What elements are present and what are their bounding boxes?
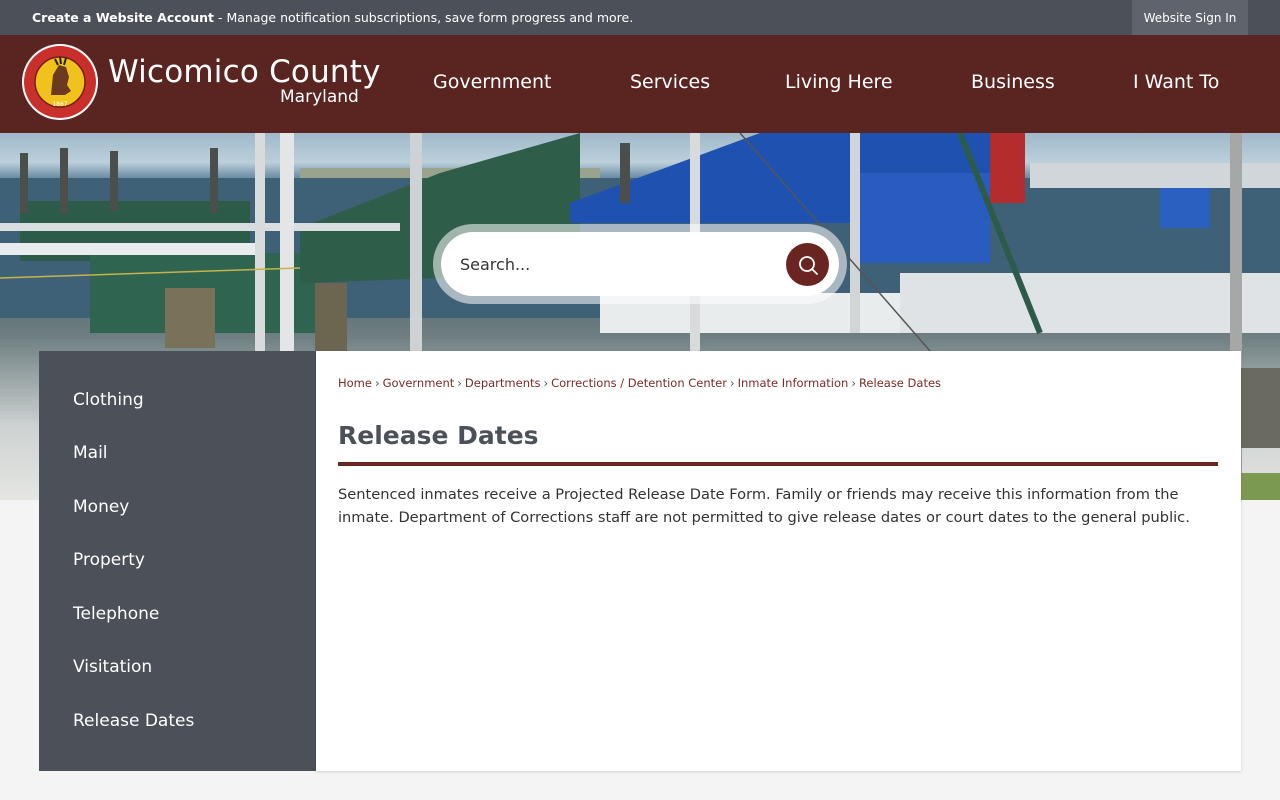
- create-account-link[interactable]: Create a Website Account: [32, 10, 214, 25]
- sidebar-item-money[interactable]: Money: [73, 497, 129, 517]
- utility-bar: Create a Website Account - Manage notifi…: [0, 0, 1280, 35]
- search-button[interactable]: [786, 243, 829, 286]
- breadcrumb-separator: ›: [851, 376, 856, 390]
- nav-living-here[interactable]: Living Here: [785, 71, 893, 93]
- breadcrumb: Home › Government › Departments › Corrections …: [338, 376, 941, 390]
- site-subtitle: Maryland: [280, 87, 359, 107]
- sidebar-item-visitation[interactable]: Visitation: [73, 657, 152, 677]
- sidebar-item-telephone[interactable]: Telephone: [73, 604, 159, 624]
- breadcrumb-separator: ›: [457, 376, 462, 390]
- page-body-text: Sentenced inmates receive a Projected Re…: [338, 486, 1190, 526]
- site-header: 1867 Wicomico County Maryland Government…: [0, 35, 1280, 133]
- breadcrumb-inmate-information[interactable]: Inmate Information: [738, 376, 849, 390]
- site-title[interactable]: Wicomico County: [108, 54, 381, 90]
- title-divider: [338, 462, 1218, 466]
- nav-government[interactable]: Government: [433, 71, 552, 93]
- breadcrumb-separator: ›: [374, 376, 380, 390]
- search-input[interactable]: [460, 250, 760, 278]
- breadcrumb-departments[interactable]: Departments: [465, 376, 541, 390]
- breadcrumb-separator: ›: [729, 376, 735, 390]
- sign-in-button[interactable]: Website Sign In: [1132, 0, 1248, 35]
- account-message: Create a Website Account - Manage notifi…: [32, 10, 633, 25]
- main-content: Home › Government › Departments › Corrections …: [316, 351, 1241, 771]
- sidebar-item-release-dates[interactable]: Release Dates: [73, 711, 194, 731]
- page-title: Release Dates: [338, 421, 539, 450]
- breadcrumb-release-dates[interactable]: Release Dates: [859, 376, 941, 390]
- secondary-nav-sidebar: Clothing Mail Money Property Telephone V…: [39, 351, 316, 771]
- nav-i-want-to[interactable]: I Want To: [1133, 71, 1219, 93]
- breadcrumb-separator: ›: [543, 376, 549, 390]
- svg-text:1867: 1867: [52, 101, 67, 108]
- county-seal-logo[interactable]: 1867: [21, 43, 99, 121]
- breadcrumb-home[interactable]: Home: [338, 376, 372, 390]
- nav-business[interactable]: Business: [971, 71, 1055, 93]
- nav-services[interactable]: Services: [630, 71, 710, 93]
- breadcrumb-corrections[interactable]: Corrections / Detention Center: [551, 376, 727, 390]
- account-message-text: - Manage notification subscriptions, sav…: [214, 10, 634, 25]
- sidebar-item-clothing[interactable]: Clothing: [73, 390, 144, 410]
- breadcrumb-government[interactable]: Government: [383, 376, 455, 390]
- sidebar-item-mail[interactable]: Mail: [73, 443, 108, 463]
- sidebar-item-property[interactable]: Property: [73, 550, 145, 570]
- search-icon: [798, 255, 818, 275]
